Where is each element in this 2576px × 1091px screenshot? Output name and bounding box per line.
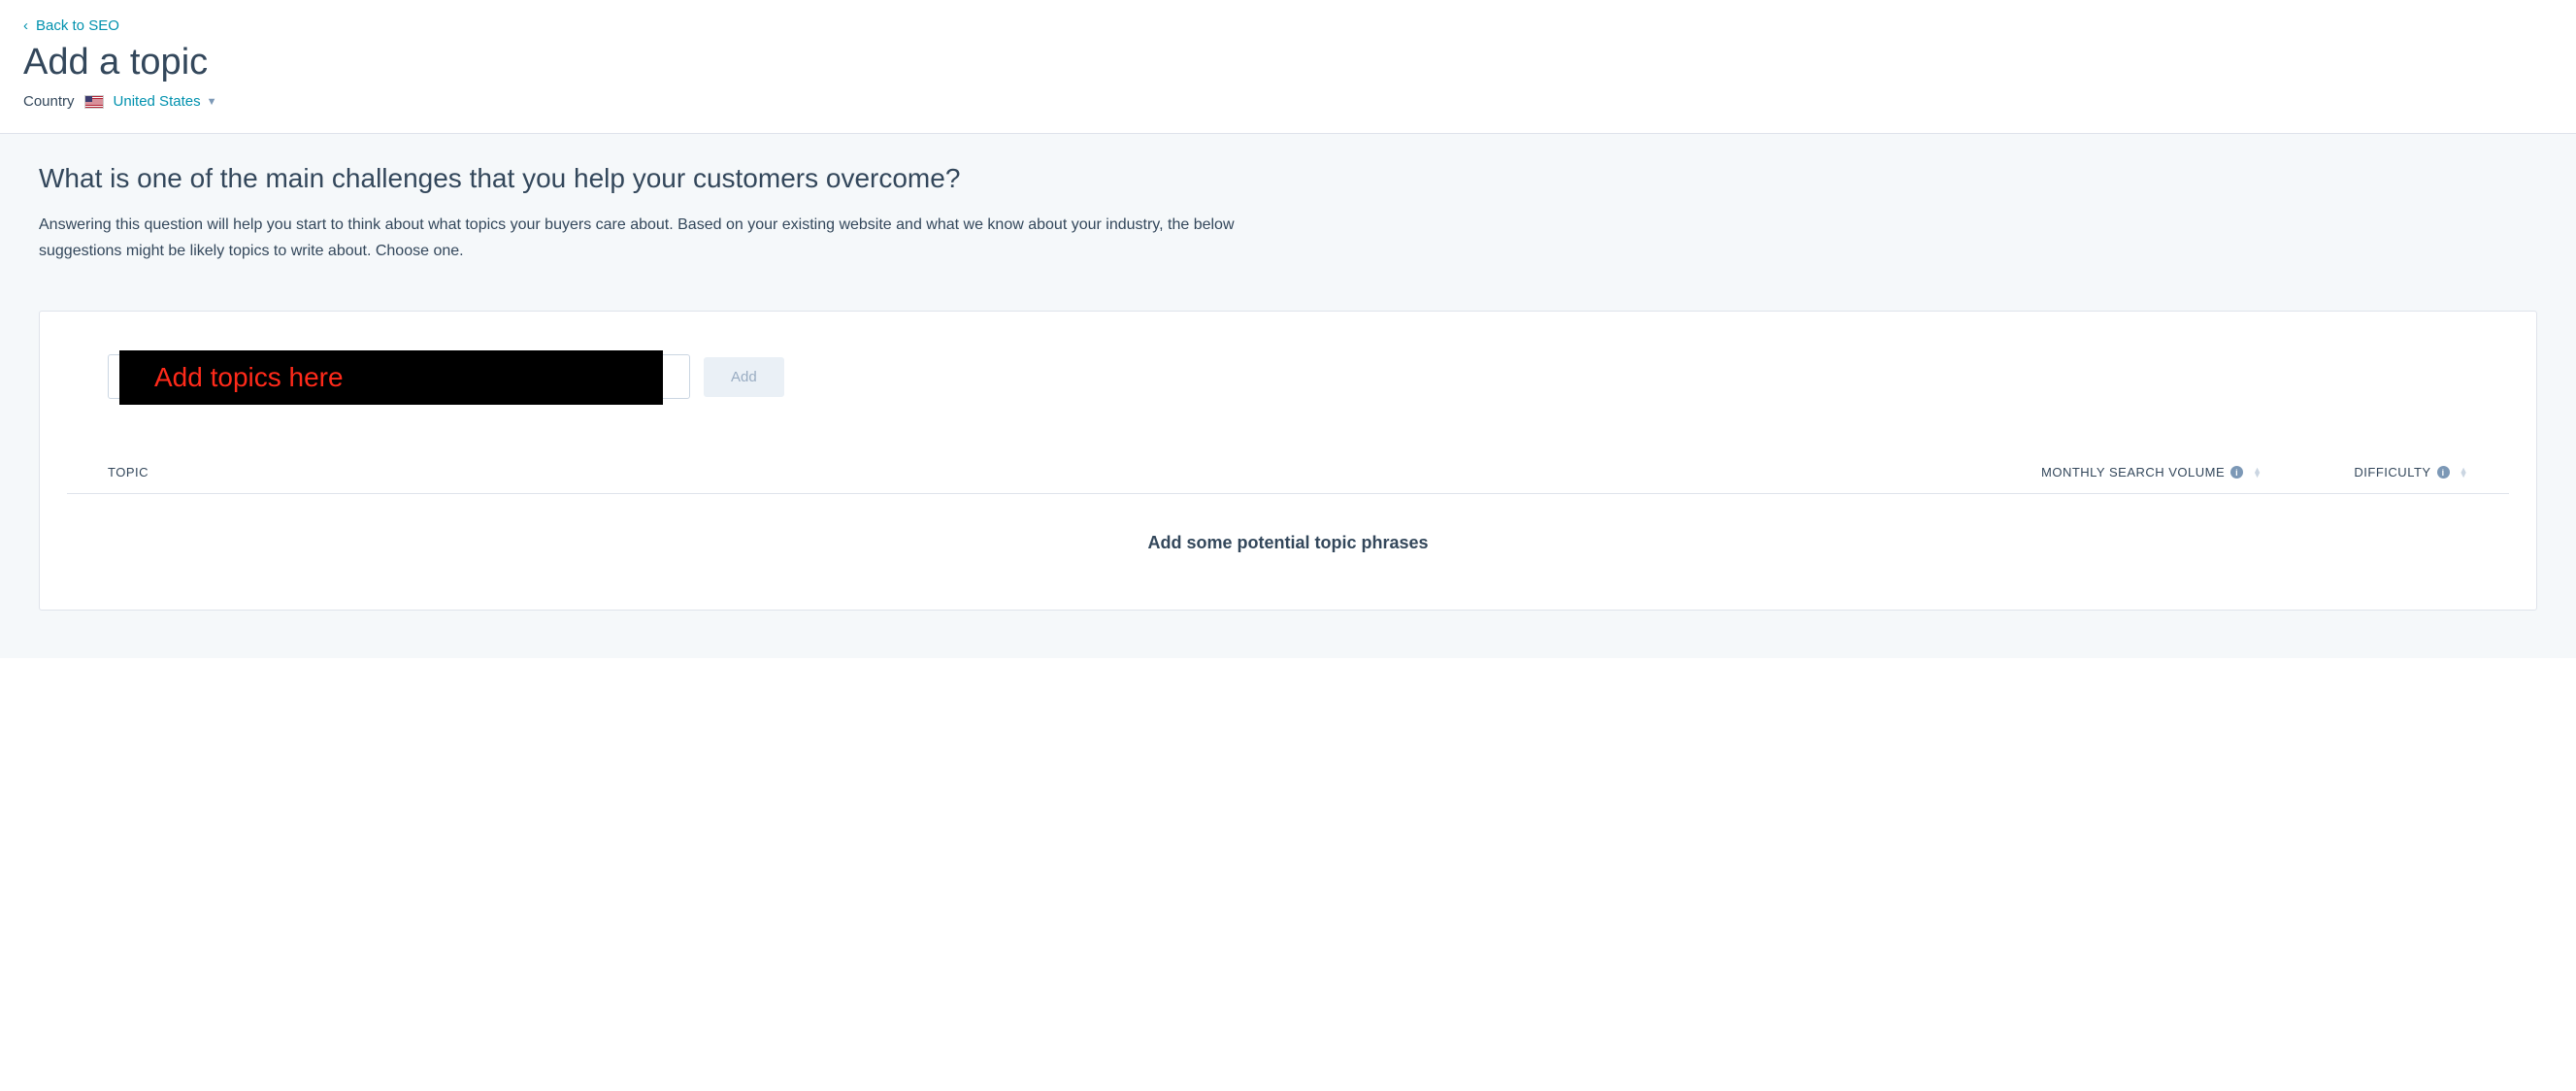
add-button[interactable]: Add [704, 357, 784, 397]
topic-input-row: Add topics here Add [67, 354, 2509, 399]
column-difficulty[interactable]: DIFFICULTY i ▲▼ [2342, 465, 2468, 479]
column-msv-label: MONTHLY SEARCH VOLUME [2041, 465, 2225, 479]
page-header: ‹ Back to SEO Add a topic Country United… [0, 0, 2576, 134]
page-title: Add a topic [23, 42, 2553, 83]
us-flag-icon [84, 95, 104, 109]
column-msv[interactable]: MONTHLY SEARCH VOLUME i ▲▼ [2041, 465, 2342, 479]
topic-input[interactable] [108, 354, 690, 399]
sort-arrows-icon[interactable]: ▲▼ [2460, 468, 2468, 478]
info-icon[interactable]: i [2230, 466, 2243, 479]
country-selector-row: Country United States ▼ [23, 93, 2553, 110]
caret-down-icon: ▼ [207, 96, 217, 108]
prompt-heading: What is one of the main challenges that … [39, 163, 2537, 194]
column-difficulty-label: DIFFICULTY [2354, 465, 2430, 479]
prompt-description: Answering this question will help you st… [39, 212, 1291, 264]
country-selected-value: United States [114, 93, 201, 110]
info-icon[interactable]: i [2437, 466, 2450, 479]
sort-arrows-icon[interactable]: ▲▼ [2253, 468, 2262, 478]
back-link-label: Back to SEO [36, 17, 119, 34]
topic-card: Add topics here Add TOPIC MONTHLY SEARCH… [39, 311, 2537, 611]
table-header-row: TOPIC MONTHLY SEARCH VOLUME i ▲▼ DIFFICU… [67, 465, 2509, 494]
back-to-seo-link[interactable]: ‹ Back to SEO [23, 17, 119, 34]
content-area: What is one of the main challenges that … [0, 134, 2576, 658]
country-label: Country [23, 93, 75, 110]
column-topic: TOPIC [108, 465, 2041, 479]
empty-state-message: Add some potential topic phrases [67, 494, 2509, 553]
chevron-left-icon: ‹ [23, 18, 28, 33]
country-dropdown[interactable]: United States ▼ [114, 93, 217, 110]
